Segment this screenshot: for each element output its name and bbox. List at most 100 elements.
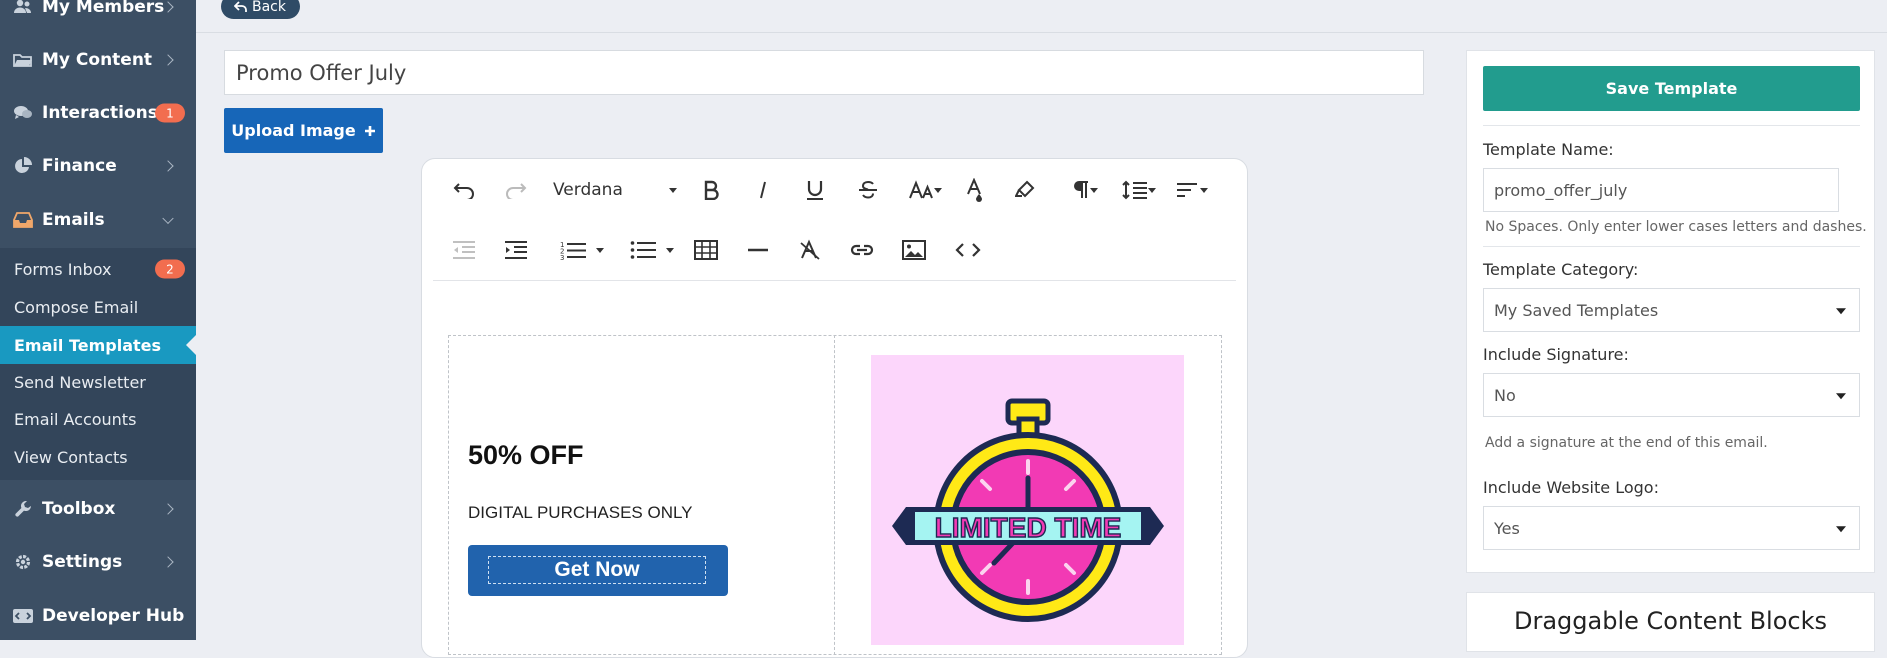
caret-down-icon bbox=[1090, 188, 1098, 193]
caret-down-icon bbox=[1836, 526, 1846, 532]
template-category-select[interactable]: My Saved Templates bbox=[1483, 288, 1860, 332]
chevron-right-icon bbox=[162, 160, 173, 171]
outdent-button[interactable] bbox=[446, 232, 482, 268]
caret-down-icon bbox=[1836, 308, 1846, 314]
sidebar-item-emails[interactable]: Emails bbox=[0, 193, 196, 247]
include-logo-value: Yes bbox=[1494, 519, 1520, 538]
folder-icon bbox=[12, 50, 34, 70]
sidebar-subitem-forms-inbox[interactable]: Forms Inbox 2 bbox=[0, 250, 196, 288]
caret-down-icon bbox=[1836, 393, 1846, 399]
divider bbox=[1483, 246, 1860, 247]
italic-icon bbox=[757, 180, 769, 200]
include-logo-label: Include Website Logo: bbox=[1483, 478, 1659, 497]
pie-chart-icon bbox=[12, 156, 34, 176]
strikethrough-button[interactable] bbox=[850, 172, 886, 208]
sidebar-item-my-members[interactable]: My Members bbox=[0, 0, 196, 34]
limited-time-text: LIMITED TIME bbox=[935, 512, 1122, 543]
save-label: Save Template bbox=[1606, 79, 1738, 98]
bold-button[interactable] bbox=[693, 172, 729, 208]
caret-down-icon bbox=[1148, 188, 1156, 193]
source-code-button[interactable] bbox=[950, 232, 986, 268]
offer-headline[interactable]: 50% OFF bbox=[468, 440, 584, 471]
template-name-help: No Spaces. Only enter lower cases letter… bbox=[1485, 219, 1867, 235]
template-name-input[interactable]: promo_offer_july bbox=[1483, 168, 1839, 212]
insert-image-button[interactable] bbox=[896, 232, 932, 268]
code-view-icon bbox=[955, 242, 981, 258]
numbered-list-button[interactable]: 123 bbox=[550, 232, 598, 268]
get-now-button[interactable]: Get Now bbox=[468, 545, 728, 596]
font-family-select[interactable]: Verdana bbox=[553, 174, 683, 206]
line-height-icon bbox=[1122, 180, 1148, 200]
include-signature-label: Include Signature: bbox=[1483, 345, 1629, 364]
divider bbox=[433, 280, 1236, 281]
link-button[interactable] bbox=[844, 232, 880, 268]
align-left-icon bbox=[1176, 181, 1198, 199]
image-icon bbox=[902, 240, 926, 260]
line-height-button[interactable] bbox=[1112, 172, 1158, 208]
subitem-label: View Contacts bbox=[14, 448, 128, 467]
horizontal-rule-icon bbox=[748, 248, 768, 252]
sidebar-item-settings[interactable]: Settings bbox=[0, 535, 196, 589]
get-now-label: Get Now bbox=[488, 556, 706, 584]
sidebar-item-finance[interactable]: Finance bbox=[0, 139, 196, 193]
horizontal-rule-button[interactable] bbox=[740, 232, 776, 268]
sidebar-item-label: My Members bbox=[42, 0, 164, 17]
sidebar-subitem-compose-email[interactable]: Compose Email bbox=[0, 288, 196, 326]
sidebar: My Members My Content Interactions 1 Fin… bbox=[0, 0, 196, 640]
paragraph-style-button[interactable] bbox=[1060, 172, 1104, 208]
sidebar-subitem-send-newsletter[interactable]: Send Newsletter bbox=[0, 363, 196, 401]
notification-badge: 2 bbox=[155, 260, 185, 279]
template-name-label: Template Name: bbox=[1483, 140, 1614, 159]
font-size-button[interactable] bbox=[902, 172, 946, 208]
clear-format-icon bbox=[799, 239, 821, 261]
include-logo-select[interactable]: Yes bbox=[1483, 506, 1860, 550]
highlight-button[interactable] bbox=[1008, 172, 1044, 208]
highlighter-icon bbox=[1015, 180, 1037, 200]
redo-icon bbox=[505, 181, 527, 199]
notification-badge: 1 bbox=[155, 104, 185, 123]
clear-format-button[interactable] bbox=[792, 232, 828, 268]
underline-icon bbox=[806, 179, 824, 201]
inbox-icon bbox=[12, 210, 34, 230]
sidebar-item-developer-hub[interactable]: Developer Hub bbox=[0, 589, 196, 643]
sidebar-item-label: Developer Hub bbox=[42, 606, 184, 626]
align-button[interactable] bbox=[1164, 172, 1210, 208]
indent-button[interactable] bbox=[498, 232, 534, 268]
undo-icon bbox=[453, 181, 475, 199]
plus-icon bbox=[364, 125, 376, 137]
numbered-list-icon: 123 bbox=[560, 240, 588, 260]
upload-label: Upload Image bbox=[231, 121, 355, 140]
subitem-label: Compose Email bbox=[14, 298, 138, 317]
italic-button[interactable] bbox=[745, 172, 781, 208]
back-button[interactable]: Back bbox=[221, 0, 300, 19]
gear-icon bbox=[12, 552, 34, 572]
sidebar-subitem-view-contacts[interactable]: View Contacts bbox=[0, 438, 196, 476]
undo-button[interactable] bbox=[446, 172, 482, 208]
underline-button[interactable] bbox=[797, 172, 833, 208]
sidebar-item-label: Toolbox bbox=[42, 499, 115, 519]
chevron-down-icon bbox=[162, 213, 173, 224]
paragraph-icon bbox=[1074, 180, 1090, 200]
font-color-icon bbox=[965, 178, 985, 202]
include-signature-select[interactable]: No bbox=[1483, 373, 1860, 417]
chevron-right-icon bbox=[162, 54, 173, 65]
upload-image-button[interactable]: Upload Image bbox=[224, 108, 383, 153]
template-title-input[interactable] bbox=[224, 50, 1424, 95]
back-label: Back bbox=[252, 0, 286, 15]
table-icon bbox=[694, 240, 718, 260]
font-name: Verdana bbox=[553, 180, 623, 200]
sidebar-subitem-email-accounts[interactable]: Email Accounts bbox=[0, 400, 196, 438]
bullet-list-button[interactable] bbox=[620, 232, 668, 268]
save-template-button[interactable]: Save Template bbox=[1483, 66, 1860, 111]
sidebar-item-toolbox[interactable]: Toolbox bbox=[0, 482, 196, 536]
strikethrough-icon bbox=[858, 180, 878, 200]
offer-subtext[interactable]: DIGITAL PURCHASES ONLY bbox=[468, 503, 693, 523]
sidebar-subitem-email-templates[interactable]: Email Templates bbox=[0, 326, 196, 364]
template-category-label: Template Category: bbox=[1483, 260, 1638, 279]
sidebar-item-interactions[interactable]: Interactions 1 bbox=[0, 86, 196, 140]
sidebar-item-my-content[interactable]: My Content bbox=[0, 33, 196, 87]
table-button[interactable] bbox=[688, 232, 724, 268]
redo-button[interactable] bbox=[498, 172, 534, 208]
font-color-button[interactable] bbox=[957, 172, 993, 208]
limited-time-image[interactable]: LIMITED TIME bbox=[871, 355, 1184, 645]
